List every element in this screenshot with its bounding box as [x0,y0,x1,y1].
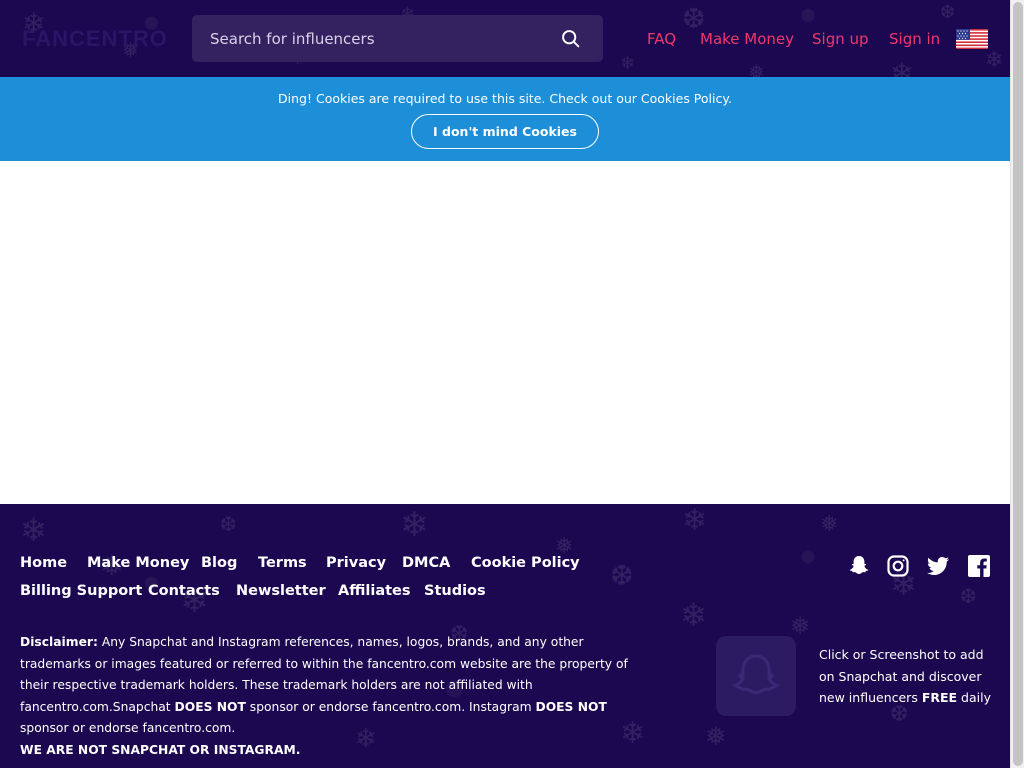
snowflake-decoration: ❄ [680,596,707,634]
snapcode-ghost-icon [732,654,780,695]
instagram-icon[interactable] [886,554,910,578]
nav-sign-up-link[interactable]: Sign up [812,30,869,48]
footer-link-affiliates[interactable]: Affiliates [338,583,411,599]
snowflake-decoration: ❄ [682,504,708,538]
nav-faq-link[interactable]: FAQ [647,30,676,48]
twitter-icon[interactable] [926,554,950,578]
snowflake-decoration: ❆ [610,559,634,592]
footer-link-newsletter[interactable]: Newsletter [236,583,326,599]
snap-promo-suffix: daily [957,690,991,706]
disclaimer-emphasis: DOES NOT [174,699,246,714]
search-input[interactable] [192,15,552,62]
footer-link-billing-support[interactable]: Billing Support [20,583,142,599]
footer-link-privacy[interactable]: Privacy [326,555,386,571]
footer-link-blog[interactable]: Blog [201,555,237,571]
snapchat-icon[interactable] [847,554,871,578]
snowflake-decoration: ❅ [748,60,765,77]
snowflake-decoration: ❆ [940,2,956,23]
nav-make-money-link[interactable]: Make Money [700,30,794,48]
footer-link-dmca[interactable]: DMCA [402,555,450,571]
snowflake-decoration: ❄ [890,57,914,78]
snowflake-decoration: ❄ [400,505,429,545]
snowflake-decoration: ❅ [820,512,839,537]
disclaimer-text: sponsor or endorse fancentro.com. [20,721,236,736]
snowflake-decoration: ❆ [682,2,706,35]
us-flag-icon[interactable] [956,29,988,49]
snapchat-promo-text: Click or Screenshot to add on Snapchat a… [819,644,994,709]
footer-disclaimer: Disclaimer: Any Snapchat and Instagram r… [20,632,640,762]
site-logo[interactable]: FANCENTRO [22,26,168,52]
snap-promo-emphasis: FREE [921,690,958,706]
page-scrollbar[interactable] [1010,0,1024,768]
footer-link-contacts[interactable]: Contacts [148,583,220,599]
snowflake-decoration: ❅ [705,722,727,752]
footer-link-cookie-policy[interactable]: Cookie Policy [471,555,580,571]
snowflake-decoration: ❄ [985,48,1004,73]
snowflake-decoration: ❅ [790,612,811,640]
main-content [0,161,1010,504]
snowflake-decoration: ❄ [20,511,47,549]
search-icon[interactable] [560,28,581,49]
disclaimer-final: WE ARE NOT SNAPCHAT OR INSTAGRAM. [20,742,301,757]
cookie-message: Ding! Cookies are required to use this s… [278,91,732,106]
disclaimer-text: sponsor or endorse fancentro.com. Instag… [245,699,536,714]
snowflake-decoration: ❄ [620,53,636,74]
footer-link-make-money[interactable]: Make Money [87,555,189,571]
disclaimer-label: Disclaimer: [20,635,98,649]
facebook-icon[interactable] [967,554,991,578]
search-bar[interactable] [192,15,603,62]
footer-link-home[interactable]: Home [20,555,67,571]
accept-cookies-button[interactable]: I don't mind Cookies [411,114,599,149]
site-header: ❄ ❅ ❄ ❆ ❄ ❅ ❄ ❆ ❄ ❅ FANCENTRO FAQ Make M… [0,0,1010,77]
snowflake-decoration: ❆ [220,512,237,536]
scrollbar-thumb[interactable] [1013,2,1023,766]
cookie-consent-bar: Ding! Cookies are required to use this s… [0,77,1010,161]
nav-sign-in-link[interactable]: Sign in [889,30,940,48]
footer-link-terms[interactable]: Terms [258,555,307,571]
footer-link-studios[interactable]: Studios [424,583,486,599]
snowflake-decoration: ❆ [960,584,977,608]
disclaimer-emphasis: DOES NOT [535,699,607,714]
snapcode-image[interactable] [716,636,796,716]
